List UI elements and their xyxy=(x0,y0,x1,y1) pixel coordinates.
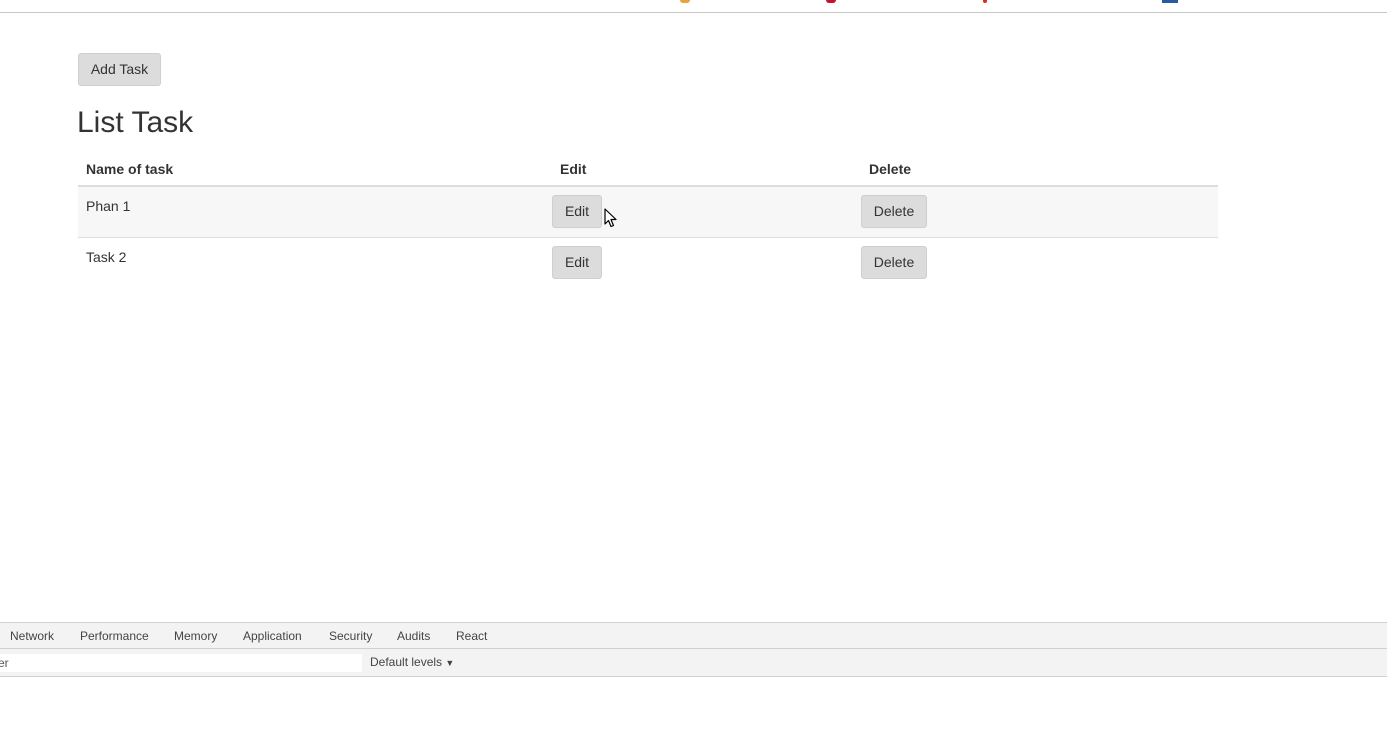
edit-cell: Edit xyxy=(552,185,861,238)
devtools-tab-bar: Network Performance Memory Application S… xyxy=(0,622,1387,649)
bookmark-favicon-red-2[interactable] xyxy=(983,0,987,3)
edit-cell: Edit xyxy=(552,237,861,288)
delete-button[interactable]: Delete xyxy=(861,246,927,279)
task-name-cell: Task 2 xyxy=(78,237,552,288)
task-table: Name of task Edit Delete Phan 1 Edit Del… xyxy=(78,153,1218,288)
console-filter-input[interactable] xyxy=(0,654,362,672)
tab-network[interactable]: Network xyxy=(10,623,54,649)
bookmark-favicon-orange[interactable] xyxy=(680,0,690,3)
header-delete: Delete xyxy=(861,153,1218,187)
table-row: Phan 1 Edit Delete xyxy=(78,185,1218,238)
tab-security[interactable]: Security xyxy=(329,623,372,649)
mouse-cursor-icon xyxy=(604,208,617,228)
table-row: Task 2 Edit Delete xyxy=(78,237,1218,288)
task-name: Phan 1 xyxy=(86,198,131,214)
edit-button[interactable]: Edit xyxy=(552,246,602,279)
tab-audits[interactable]: Audits xyxy=(397,623,430,649)
edit-button[interactable]: Edit xyxy=(552,195,602,228)
dropdown-arrow-icon: ▼ xyxy=(445,658,455,668)
bookmark-favicon-blue[interactable] xyxy=(1162,0,1178,3)
bookmarks-bar xyxy=(0,0,1387,13)
add-task-button[interactable]: Add Task xyxy=(78,53,161,86)
header-edit: Edit xyxy=(552,153,861,187)
tab-memory[interactable]: Memory xyxy=(174,623,217,649)
tab-performance[interactable]: Performance xyxy=(80,623,149,649)
table-header-row: Name of task Edit Delete xyxy=(78,153,1218,187)
console-filter-bar: Default levels ▼ xyxy=(0,649,1387,677)
delete-button[interactable]: Delete xyxy=(861,195,927,228)
log-levels-label: Default levels xyxy=(370,655,443,669)
task-name-cell: Phan 1 xyxy=(78,185,552,238)
tab-application[interactable]: Application xyxy=(243,623,302,649)
bookmark-favicon-red[interactable] xyxy=(826,0,836,3)
delete-cell: Delete xyxy=(861,185,1218,238)
delete-cell: Delete xyxy=(861,237,1218,288)
tab-react[interactable]: React xyxy=(456,623,487,649)
task-app: Add Task List Task Name of task Edit Del… xyxy=(0,13,1387,622)
console-output[interactable] xyxy=(0,677,1387,745)
header-name-of-task: Name of task xyxy=(78,153,552,187)
page-title: List Task xyxy=(77,106,194,139)
task-name: Task 2 xyxy=(86,249,127,265)
log-levels-dropdown[interactable]: Default levels ▼ xyxy=(370,649,454,677)
